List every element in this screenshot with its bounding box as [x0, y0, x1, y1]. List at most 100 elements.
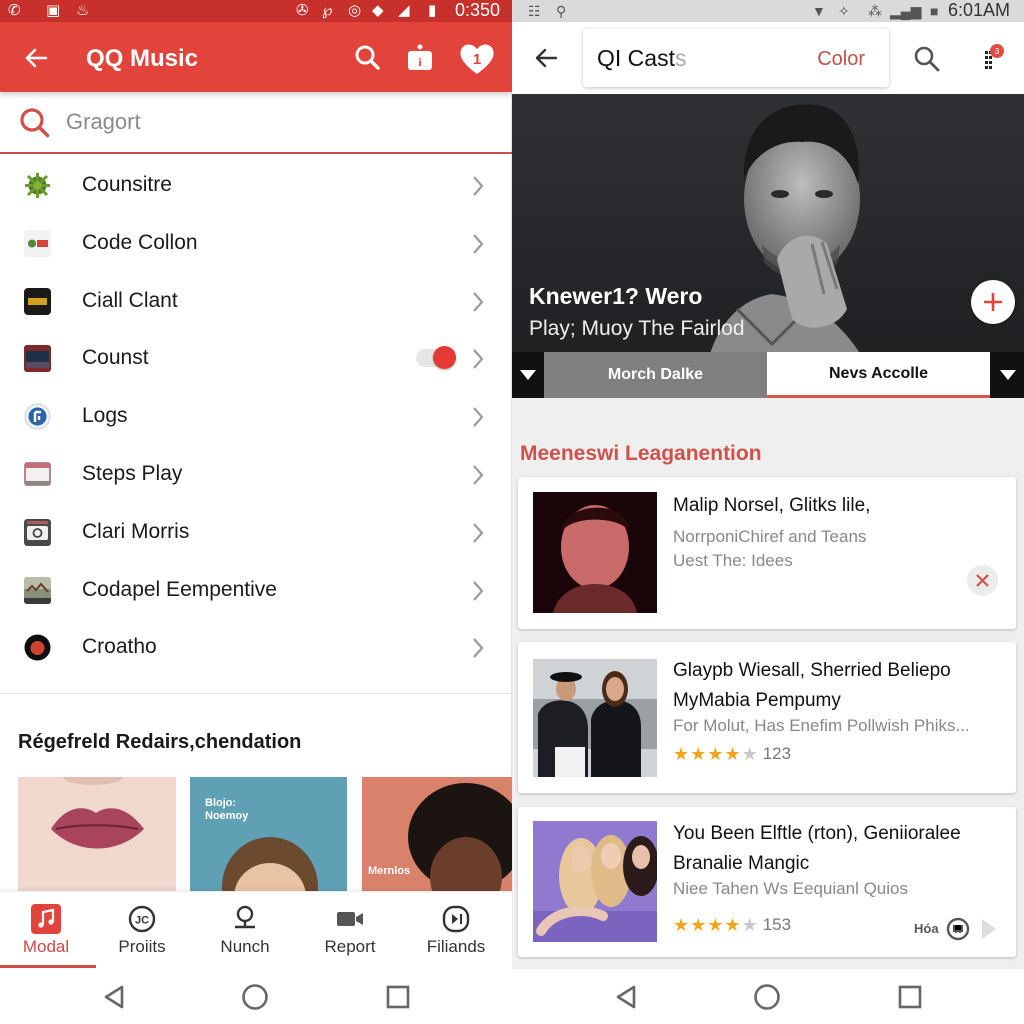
chevron-right-icon	[473, 407, 484, 427]
notification-icon: ☷	[528, 3, 541, 19]
hero-title: Knewer1? Wero	[529, 283, 703, 309]
list-item-label: Counst	[82, 346, 149, 370]
favorites-button[interactable]: 1	[458, 42, 496, 74]
list-item[interactable]: Clari Morris	[0, 503, 512, 561]
card-thumbnail	[533, 659, 657, 777]
back-button[interactable]	[532, 44, 560, 72]
nav-recents-button[interactable]	[896, 983, 924, 1011]
card-subtitle: NorrponiChiref and Teans	[673, 527, 867, 546]
list-item-label: Ciall Clant	[82, 288, 178, 312]
card-title: Glaypb Wiesall, Sherried Beliepo	[673, 660, 951, 681]
tab-filiands[interactable]: Filiands	[406, 892, 506, 968]
list-item[interactable]: Croatho	[0, 618, 512, 676]
tab-profits[interactable]: JC Proiits	[92, 892, 192, 968]
search-button[interactable]	[352, 42, 384, 74]
tab-nevs-accolle[interactable]: Nevs Accolle	[767, 352, 990, 398]
chevron-right-icon	[473, 176, 484, 196]
portrait-artwork	[190, 777, 347, 891]
recommendation-card[interactable]: You Been Elftle (rton), Geniioralee Bran…	[518, 807, 1016, 957]
system-nav-bar	[0, 969, 512, 1024]
code-badge-icon	[24, 229, 51, 257]
nav-back-button[interactable]	[612, 983, 640, 1011]
chevron-right-icon	[473, 349, 484, 370]
list-item-label: Steps Play	[82, 461, 183, 485]
search-button[interactable]	[912, 44, 942, 74]
alarm-icon: ✇	[296, 2, 309, 19]
nav-recents-button[interactable]	[384, 983, 412, 1011]
list-item[interactable]: Steps Play	[0, 445, 512, 503]
tab-nunch[interactable]: Nunch	[195, 892, 295, 968]
chevron-right-icon	[473, 291, 484, 312]
download-badge-icon[interactable]	[946, 917, 970, 941]
nav-home-button[interactable]	[241, 983, 269, 1011]
heart-badge-count: 1	[473, 51, 481, 68]
tab-label: Report	[324, 937, 376, 956]
camera-app-icon	[24, 518, 51, 546]
settings-list: Counsitre Code Collon Ciall Clant Counst…	[0, 156, 512, 676]
toggle-switch[interactable]	[416, 346, 456, 370]
recommendation-tile[interactable]: Mernlos	[362, 777, 512, 891]
star-filled-icon: ★	[724, 744, 741, 764]
star-empty-icon: ★	[741, 744, 758, 764]
star-filled-icon: ★	[690, 744, 707, 764]
left-screen: ✆ ▣ ♨ ✇ ℘ ◎ ◆ ◢ ▮ 0:350 QQ Music i 1 Cou…	[0, 0, 512, 1024]
dropdown-left-icon[interactable]	[520, 370, 536, 380]
photo-thumb-icon	[24, 345, 51, 373]
dropdown-right-icon[interactable]	[1000, 370, 1016, 380]
circle-badge-icon: JC	[128, 905, 156, 933]
blue-circle-logo-icon	[24, 403, 51, 430]
recommendation-card[interactable]: Glaypb Wiesall, Sherried Beliepo MyMabia…	[518, 642, 1016, 793]
card-title: You Been Elftle (rton), Geniioralee	[673, 823, 961, 844]
wifi-icon: ▼	[812, 3, 826, 19]
star-empty-icon: ★	[741, 915, 758, 935]
right-screen: ☷ ⚲ ▼ ✧ ⁂ ▂▄▆ ■ 6:01AM QI Casts Color 3	[512, 0, 1024, 1024]
landscape-thumb-icon	[24, 576, 51, 604]
list-item[interactable]: Counst	[0, 329, 512, 387]
recommendation-tile[interactable]: Blojo: Noemoy	[190, 777, 347, 891]
battery-icon: ■	[930, 3, 939, 19]
bluetooth-icon: ✧	[838, 3, 850, 19]
list-item[interactable]: Ciall Clant	[0, 272, 512, 330]
back-button[interactable]	[22, 44, 50, 72]
search-input[interactable]	[66, 104, 486, 140]
tab-morch-dalke[interactable]: Morch Dalke	[544, 352, 767, 398]
nav-home-button[interactable]	[753, 983, 781, 1011]
target-icon: ◎	[348, 2, 362, 19]
heart-badge-icon: 1	[460, 44, 494, 74]
list-item-label: Counsitre	[82, 173, 172, 196]
list-item-label: Code Collon	[82, 230, 198, 254]
nav-back-button[interactable]	[100, 983, 128, 1011]
search-field[interactable]: QI Casts Color	[583, 29, 889, 87]
info-bag-button[interactable]: i	[404, 42, 436, 74]
color-button[interactable]: Color	[817, 46, 865, 72]
list-item[interactable]: Counsitre	[0, 156, 512, 214]
tab-report[interactable]: Report	[300, 892, 400, 968]
app-bar: QI Casts Color 3	[512, 22, 1024, 94]
search-query: QI Casts	[597, 43, 686, 73]
section-title: Meeneswi Leaganention	[520, 442, 762, 465]
play-arrow-icon[interactable]	[980, 917, 998, 941]
star-rating: ★ ★ ★ ★ ★ 153	[673, 914, 791, 936]
video-camera-icon	[337, 912, 363, 926]
list-item[interactable]: Code Collon	[0, 214, 512, 272]
recommendation-card[interactable]: Malip Norsel, Glitks lile, NorrponiChire…	[518, 477, 1016, 629]
arrow-left-icon	[25, 48, 48, 68]
sync-icon: ℘	[322, 2, 333, 19]
list-item[interactable]: Codapel Eempentive	[0, 561, 512, 619]
overflow-menu-button[interactable]: 3	[980, 42, 1006, 74]
chevron-right-icon	[473, 234, 484, 254]
system-nav-bar	[512, 969, 1024, 1024]
add-button[interactable]	[971, 280, 1015, 324]
active-tab-indicator	[0, 965, 96, 968]
tile-caption: Blojo: Noemoy	[205, 797, 248, 823]
tab-modal[interactable]: Modal	[0, 892, 96, 968]
sim-icon: ▣	[46, 2, 61, 19]
dismiss-button[interactable]	[967, 565, 998, 596]
hero-subtitle: Play; Muoy The Fairlod	[529, 317, 745, 340]
notification-icon: ⚲	[556, 3, 567, 19]
hero-tab-strip: Morch Dalke Nevs Accolle	[512, 352, 1024, 398]
dark-app-icon	[24, 287, 51, 315]
vibrate-icon: ⁂	[868, 3, 882, 19]
list-item[interactable]: Logs	[0, 387, 512, 445]
recommendation-tile[interactable]	[18, 777, 176, 891]
